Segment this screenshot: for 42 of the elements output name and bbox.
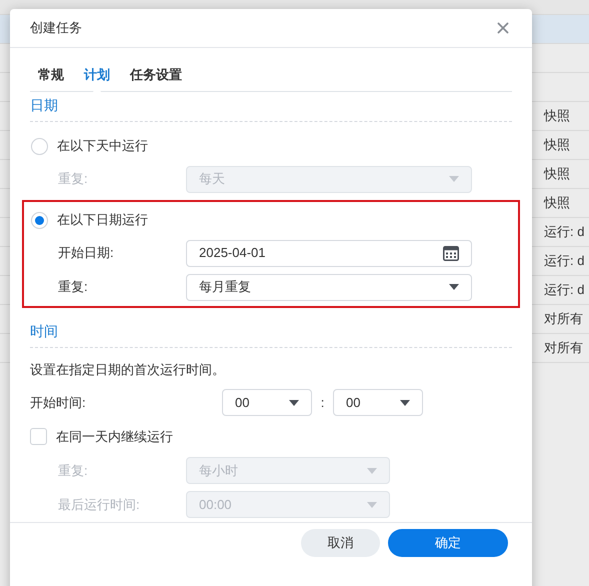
dropdown-caret-icon	[449, 176, 459, 182]
radio-button[interactable]	[31, 138, 48, 154]
checkbox-label: 在同一天内继续运行	[56, 428, 173, 446]
field-label: 重复:	[57, 462, 89, 480]
table-cell-text: 运行: d	[544, 252, 586, 270]
window-title: 创建任务	[30, 19, 82, 38]
dropdown-caret-icon	[367, 502, 377, 508]
tab[interactable]: 常规	[38, 61, 64, 92]
calendar-icon	[443, 246, 459, 260]
dropdown-caret-icon	[289, 400, 299, 406]
field-label: 重复:	[57, 278, 89, 296]
checkbox[interactable]	[30, 428, 47, 445]
radio-button[interactable]	[31, 212, 48, 228]
table-cell-text: 运行: d	[544, 223, 586, 242]
time-separator: :	[320, 394, 326, 412]
table-cell-text: 对所有	[544, 339, 584, 358]
dropdown-caret-icon	[367, 468, 377, 474]
table-cell-text: 快照	[544, 194, 571, 212]
table-cell-text: 快照	[544, 107, 571, 126]
description-text: 设置在指定日期的首次运行时间。	[30, 361, 226, 379]
field-label: 最后运行时间:	[57, 496, 141, 514]
field-label: 重复:	[57, 170, 89, 188]
table-cell-text: 快照	[544, 165, 571, 184]
section-title: 日期	[30, 97, 58, 113]
table-cell-text: 对所有	[544, 310, 584, 328]
cancel-button[interactable]: 取消	[301, 528, 380, 557]
dropdown-select[interactable]: 00	[333, 389, 423, 416]
dropdown-select[interactable]: 每月重复	[186, 274, 472, 300]
tab[interactable]: 任务设置	[130, 61, 182, 92]
field-label: 开始日期:	[57, 244, 115, 262]
table-cell-text: 运行: d	[544, 281, 586, 300]
tab[interactable]: 计划	[84, 61, 110, 92]
confirm-button[interactable]: 确定	[388, 528, 508, 557]
dropdown-select[interactable]: 00	[222, 389, 312, 416]
date-field[interactable]: 2025-04-01	[186, 240, 472, 266]
field-label: 开始时间:	[30, 394, 87, 412]
section-title: 时间	[30, 323, 58, 339]
table-cell-text: 快照	[544, 136, 571, 154]
dropdown-caret-icon	[400, 400, 410, 406]
option-label: 在以下日期运行	[57, 211, 148, 230]
dropdown-caret-icon	[449, 284, 459, 290]
option-label: 在以下天中运行	[57, 137, 148, 156]
